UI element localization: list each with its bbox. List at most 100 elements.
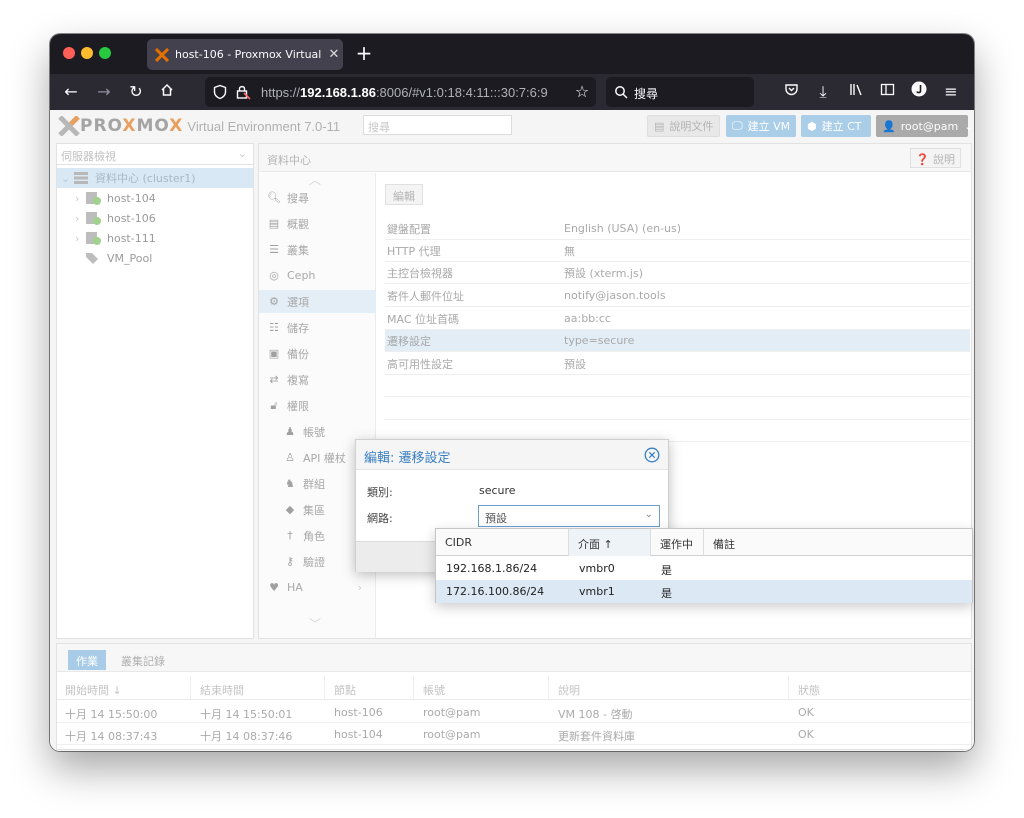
male-icon: †	[287, 529, 293, 542]
tree-item-node[interactable]: › host-111	[57, 228, 253, 248]
close-window-button[interactable]	[63, 47, 75, 59]
new-tab-button[interactable]: +	[353, 42, 375, 64]
browser-tab[interactable]: host-106 - Proxmox Virtual Envi ✕	[147, 39, 343, 70]
menu-item-permissions[interactable]: 🔓︎ 權限	[259, 394, 376, 417]
column-end-time[interactable]: 結束時間	[200, 682, 244, 698]
unlock-icon: 🔓︎	[270, 398, 278, 412]
option-row[interactable]: 鍵盤配置 English (USA) (en-us)	[385, 218, 970, 240]
menu-item-backup[interactable]: ▣ 備份	[259, 342, 376, 365]
menu-item-summary[interactable]: ▤ 概觀	[259, 212, 376, 235]
global-search-input[interactable]: 搜尋	[363, 115, 512, 135]
users-icon: ♞	[285, 477, 295, 490]
column-cidr[interactable]: CIDR	[436, 529, 569, 556]
address-bar[interactable]: https://192.168.1.86:8006/#v1:0:18:4:11:…	[205, 77, 596, 107]
column-status[interactable]: 狀態	[798, 682, 820, 698]
collapse-icon: ⌄	[61, 171, 71, 185]
search-icon	[615, 86, 628, 99]
option-row[interactable]: 寄件人郵件位址 notify@jason.tools	[385, 285, 970, 307]
expand-icon: ›	[75, 191, 80, 205]
tree-item-node[interactable]: › host-106	[57, 208, 253, 228]
column-description[interactable]: 說明	[558, 682, 580, 698]
menu-item-ha[interactable]: ♥ HA ›	[259, 576, 376, 599]
heartbeat-icon: ♥	[269, 581, 279, 594]
menu-item-search[interactable]: 🔍︎ 搜尋	[259, 186, 376, 209]
column-start-time[interactable]: 開始時間 ↓	[65, 682, 122, 698]
tab-close-icon[interactable]: ✕	[325, 47, 343, 62]
task-row[interactable]: 十月 14 15:50:00 十月 14 15:50:01 host-106 r…	[57, 701, 971, 723]
minimize-window-button[interactable]	[81, 47, 93, 59]
node-online-icon	[86, 192, 101, 205]
option-row[interactable]	[385, 398, 970, 420]
option-row[interactable]: 主控台檢視器 預設 (xterm.js)	[385, 262, 970, 284]
option-row[interactable]: 高可用性設定 預設	[385, 353, 970, 375]
network-select[interactable]: 預設 ⌄	[478, 505, 660, 527]
chevron-down-icon: ⌄	[964, 119, 974, 133]
tab-cluster-log[interactable]: 叢集記錄	[113, 650, 173, 670]
browser-search-box[interactable]: 搜尋	[606, 77, 754, 107]
insecure-lock-icon[interactable]	[235, 84, 251, 100]
ceph-icon: ◎	[269, 269, 279, 282]
url-text: https://192.168.1.86:8006/#v1:0:18:4:11:…	[261, 85, 548, 100]
option-row-selected[interactable]: 遷移設定 type=secure	[385, 330, 970, 352]
key-icon: ⚷	[285, 555, 295, 568]
column-comment[interactable]: 備註	[704, 529, 972, 556]
logo-wordmark: PROXMOX	[80, 116, 184, 136]
create-ct-button[interactable]: ⬢ 建立 CT	[801, 115, 871, 137]
gear-icon: ⚙	[269, 295, 279, 308]
node-online-icon	[86, 212, 101, 225]
dialog-title: 編輯: 遷移設定	[364, 451, 451, 466]
network-picker-grid: CIDR 介面 ↑ 運作中 備註 192.168.1.86/24 vmbr0 是…	[435, 528, 973, 603]
reload-icon[interactable]: ↻	[125, 81, 147, 103]
column-node[interactable]: 節點	[334, 682, 356, 698]
menu-item-storage[interactable]: ☷ 儲存	[259, 316, 376, 339]
back-icon[interactable]: ←	[60, 81, 82, 103]
column-active[interactable]: 運作中	[651, 529, 704, 556]
picker-row-selected[interactable]: 172.16.100.86/24 vmbr1 是	[436, 580, 972, 603]
bookmark-star-icon[interactable]: ☆	[571, 81, 593, 103]
column-interface[interactable]: 介面 ↑	[569, 529, 651, 556]
log-tabs: 作業 叢集記錄	[57, 644, 971, 672]
close-icon[interactable]	[644, 447, 660, 463]
view-selector[interactable]: 伺服器檢視 ⌄	[57, 144, 253, 165]
chevron-down-icon[interactable]: ⌄	[645, 509, 653, 520]
account-avatar-icon[interactable]	[908, 81, 930, 103]
app-header: PROXMOX Virtual Environment 7.0-11 搜尋 ▤ 說…	[50, 110, 974, 140]
edit-button[interactable]: 編輯	[385, 184, 423, 205]
tree-item-pool[interactable]: VM_Pool	[57, 248, 253, 268]
database-icon: ☷	[269, 321, 279, 334]
task-table-header: 開始時間 ↓ 結束時間 節點 帳號 說明 狀態	[57, 676, 971, 700]
library-icon[interactable]	[845, 81, 867, 103]
picker-row[interactable]: 192.168.1.86/24 vmbr0 是	[436, 557, 972, 580]
option-row[interactable]: MAC 位址首碼 aa:bb:cc	[385, 308, 970, 330]
download-icon[interactable]: ⤓	[812, 81, 834, 103]
pocket-icon[interactable]	[780, 81, 802, 103]
home-icon[interactable]	[156, 81, 178, 103]
maximize-window-button[interactable]	[99, 47, 111, 59]
network-label: 網路:	[367, 512, 393, 525]
tree-item-datacenter[interactable]: ⌄ 資料中心 (cluster1)	[57, 168, 253, 188]
forward-icon[interactable]: →	[93, 81, 115, 103]
menu-item-options[interactable]: ⚙ 選項	[259, 290, 376, 313]
option-row[interactable]	[385, 375, 970, 397]
scroll-down-icon[interactable]: ﹀	[309, 615, 321, 632]
create-vm-button[interactable]: 🖵 建立 VM	[726, 115, 796, 137]
menu-item-replication[interactable]: ⇄ 複寫	[259, 368, 376, 391]
cube-icon: ⬢	[807, 119, 817, 133]
user-menu-button[interactable]: 👤 root@pam ⌄	[876, 115, 973, 137]
option-row[interactable]: HTTP 代理無	[385, 240, 970, 262]
hamburger-menu-icon[interactable]: ≡	[940, 81, 962, 103]
menu-item-cluster[interactable]: ☰ 叢集	[259, 238, 376, 261]
tree-item-node[interactable]: › host-104	[57, 188, 253, 208]
task-row[interactable]: 十月 14 08:37:43 十月 14 08:37:46 host-104 r…	[57, 723, 971, 745]
menu-item-ceph[interactable]: ◎ Ceph	[259, 264, 376, 287]
tab-tasks[interactable]: 作業	[68, 650, 106, 670]
server-icon: ☰	[269, 243, 279, 256]
question-icon: ❓	[915, 153, 930, 166]
desktop-icon: 🖵	[732, 119, 743, 132]
shield-icon[interactable]	[212, 84, 228, 100]
version-label: Virtual Environment 7.0-11	[187, 118, 341, 134]
help-button[interactable]: ❓ 說明	[909, 148, 961, 168]
column-user[interactable]: 帳號	[423, 682, 445, 698]
sidebar-icon[interactable]	[876, 81, 898, 103]
documentation-button[interactable]: ▤ 說明文件	[647, 115, 720, 137]
